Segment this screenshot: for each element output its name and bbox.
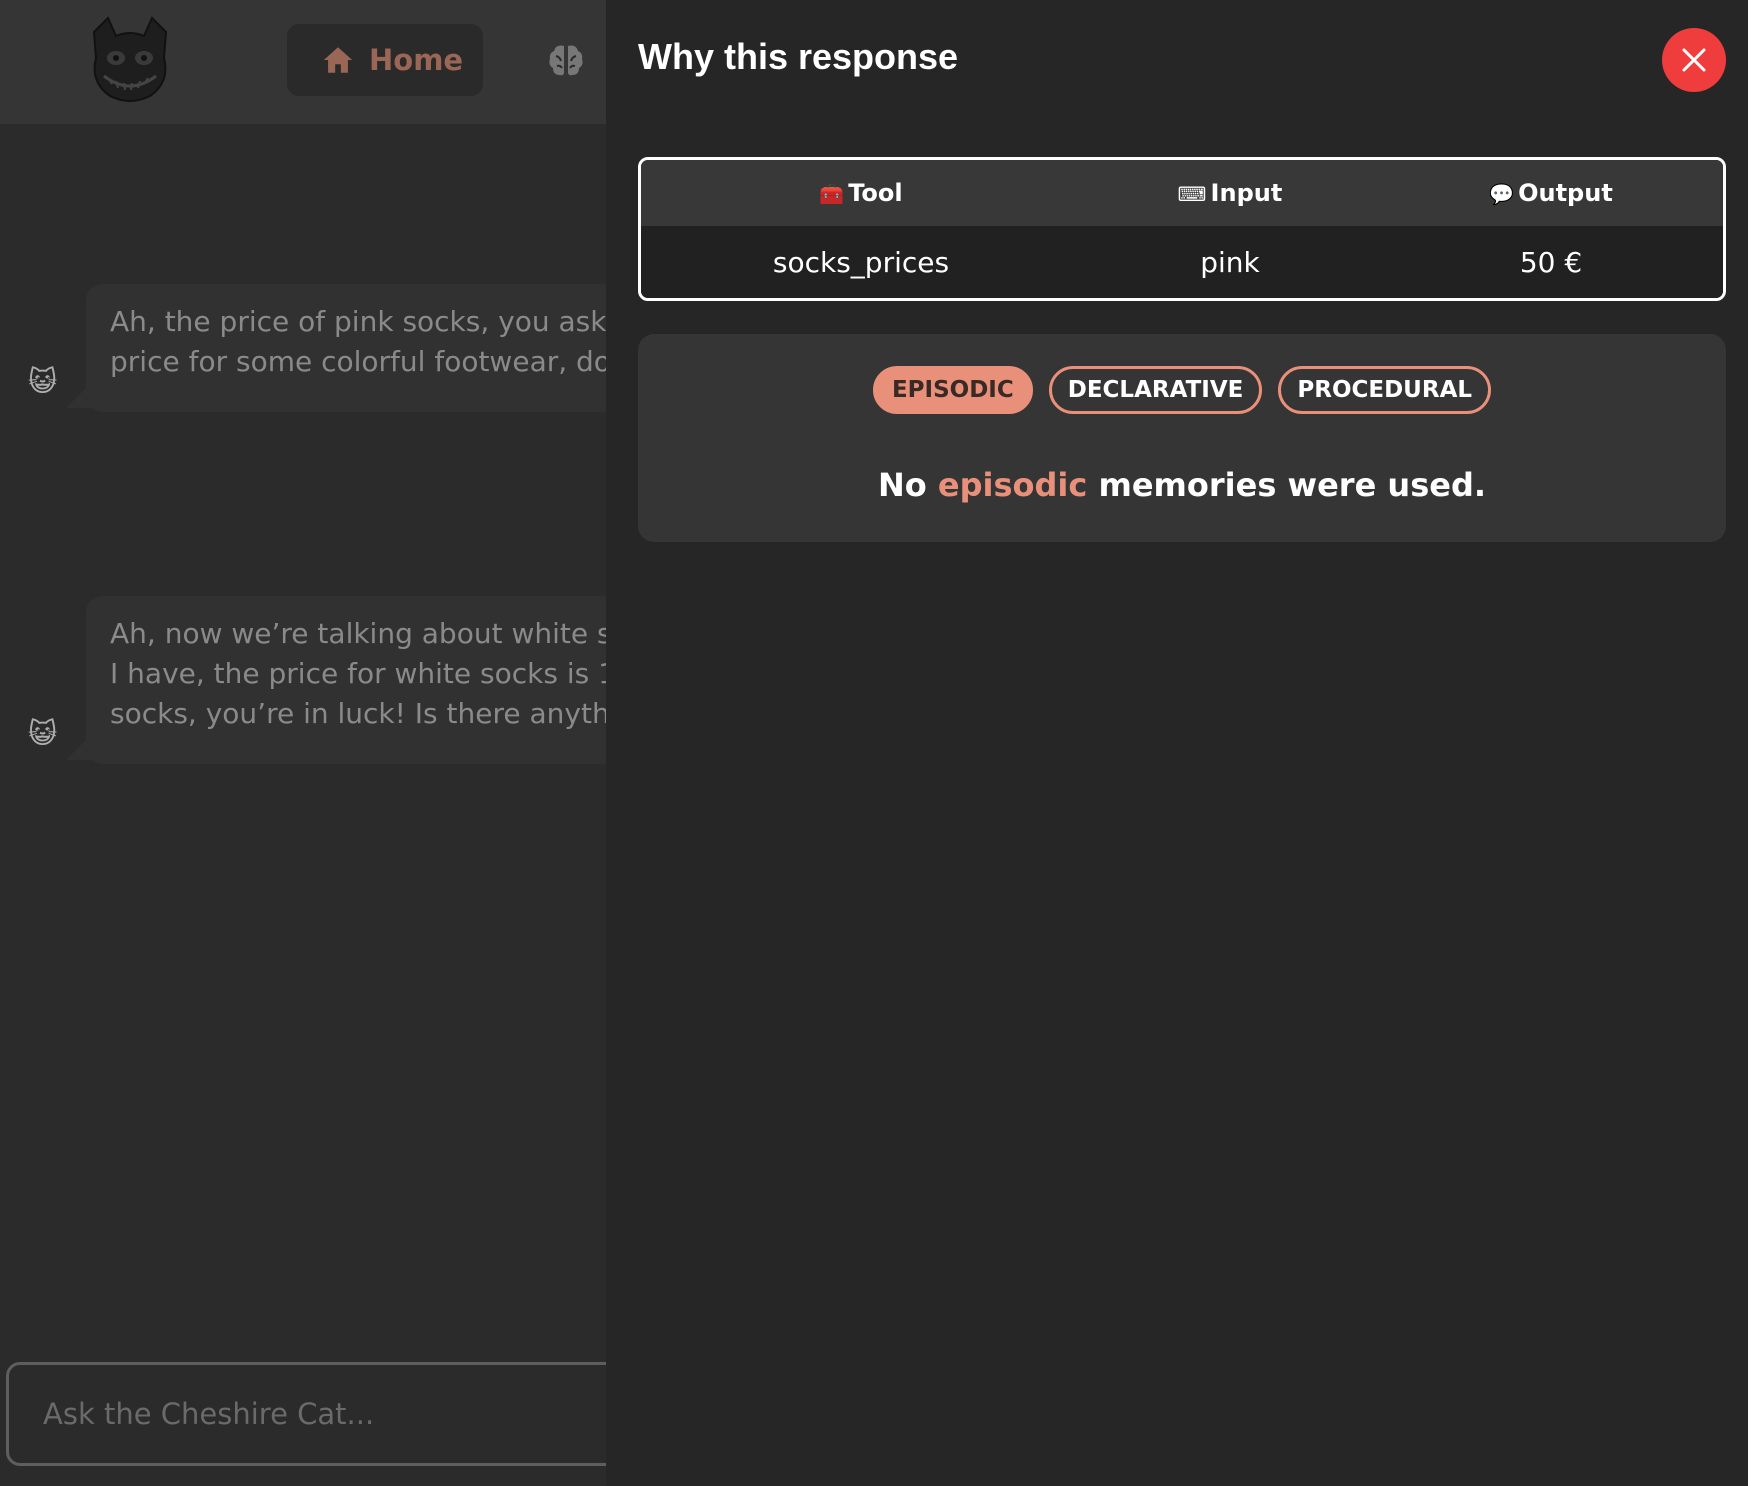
panel-title: Why this response xyxy=(638,36,959,77)
message-line: price for some colorful footwear, don’t xyxy=(110,345,646,378)
cell-tool: socks_prices xyxy=(772,245,950,279)
close-icon xyxy=(1682,48,1706,72)
tool-table: 🧰 Tool ⌨ Input 💬 Output socks_prices pink 5… xyxy=(638,157,1726,301)
bot-message: Ah, now we’re talking about white sock I… xyxy=(86,596,646,764)
cheshire-cat-logo[interactable] xyxy=(80,12,180,108)
message-line: socks, you’re in luck! Is there anything… xyxy=(110,697,646,730)
home-icon xyxy=(323,47,353,73)
tool-table-header: 🧰 Tool ⌨ Input 💬 Output xyxy=(641,160,1723,226)
message-line: Ah, the price of pink socks, you ask? We xyxy=(110,305,646,338)
memory-tabs: EPISODIC DECLARATIVE PROCEDURAL xyxy=(638,366,1726,414)
cell-input: pink xyxy=(1200,245,1260,279)
bot-message: Ah, the price of pink socks, you ask? We… xyxy=(86,284,646,412)
memory-section: EPISODIC DECLARATIVE PROCEDURAL No episo… xyxy=(638,334,1726,542)
message-line: Ah, now we’re talking about white sock xyxy=(110,617,646,650)
chat-input[interactable]: Ask the Cheshire Cat... xyxy=(6,1362,706,1466)
cell-output: 50 € xyxy=(1519,245,1583,279)
nav-home-label: Home xyxy=(369,43,464,77)
tab-episodic[interactable]: EPISODIC xyxy=(872,366,1033,414)
chat-input-placeholder: Ask the Cheshire Cat... xyxy=(43,1397,375,1431)
column-header-input: ⌨ Input xyxy=(1177,179,1283,207)
column-header-tool: 🧰 Tool xyxy=(819,179,903,207)
column-header-output: 💬 Output xyxy=(1489,179,1613,207)
nav-memory-button[interactable] xyxy=(546,40,586,80)
memory-type-label: episodic xyxy=(937,466,1088,504)
table-row: socks_prices pink 50 € xyxy=(641,226,1723,298)
close-button[interactable] xyxy=(1662,28,1726,92)
speech-bubble-icon: 💬 xyxy=(1489,182,1515,206)
why-response-panel: Why this response 🧰 Tool ⌨ Input 💬 Output s… xyxy=(606,0,1748,1486)
brain-icon xyxy=(549,45,583,76)
memory-status-message: No episodic memories were used. xyxy=(878,466,1486,504)
toolbox-icon: 🧰 xyxy=(819,182,845,206)
keyboard-icon: ⌨ xyxy=(1177,182,1207,206)
tab-declarative[interactable]: DECLARATIVE xyxy=(1048,366,1263,414)
message-line: I have, the price for white socks is 10 … xyxy=(110,657,646,690)
nav-home-button[interactable]: Home xyxy=(287,24,483,96)
tab-procedural[interactable]: PROCEDURAL xyxy=(1278,366,1492,414)
cat-avatar-icon: 😺 xyxy=(28,365,58,398)
cat-avatar-icon: 😺 xyxy=(28,717,58,750)
